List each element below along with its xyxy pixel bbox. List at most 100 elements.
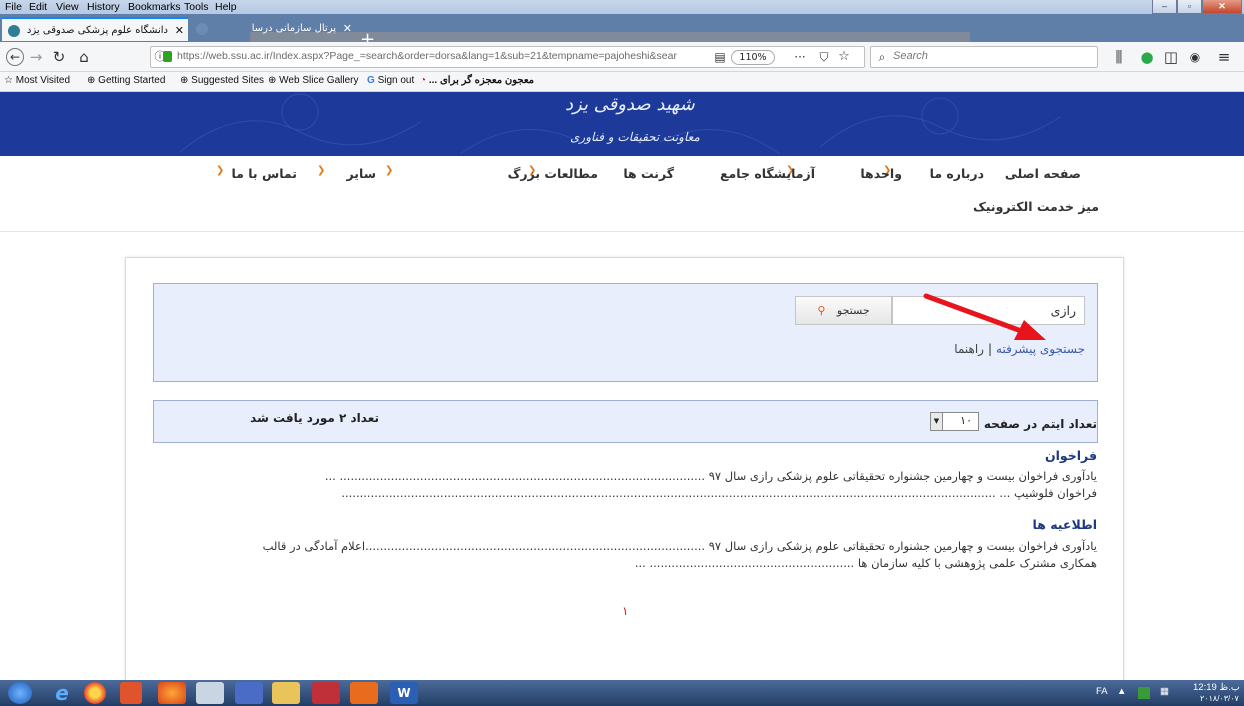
bookmark-label: معجون معجزه گر برای ... bbox=[428, 75, 534, 86]
nav-grants[interactable]: گرنت ها bbox=[623, 166, 674, 181]
nav-contact[interactable]: تماس با ما bbox=[231, 166, 297, 181]
bookmark-label: Web Slice Gallery bbox=[279, 75, 359, 86]
account-icon[interactable]: ◉ bbox=[1186, 48, 1204, 66]
home-icon[interactable]: ⌂ bbox=[75, 48, 93, 66]
bookmark-label: Getting Started bbox=[98, 75, 166, 86]
search-button[interactable]: جستجو ⚲ bbox=[795, 296, 892, 325]
nav-big-studies[interactable]: مطالعات بزرگ bbox=[508, 166, 598, 181]
extension-green-icon[interactable]: ● bbox=[1138, 48, 1156, 66]
result-item[interactable]: یادآوری فراخوان بیست و چهارمین جشنواره ت… bbox=[263, 539, 1097, 553]
chevron-down-icon: ❯ bbox=[216, 165, 225, 176]
url-text[interactable]: https://web.ssu.ac.ir/Index.aspx?Page_=s… bbox=[177, 50, 677, 62]
calculator-icon[interactable] bbox=[196, 682, 224, 704]
banner-title-line1: شهید صدوقی یزد bbox=[565, 94, 695, 115]
internet-explorer-icon[interactable]: e bbox=[48, 682, 76, 704]
search-button-label: جستجو bbox=[836, 304, 870, 317]
library-icon[interactable]: ⫼ bbox=[1110, 48, 1128, 66]
nav-about[interactable]: درباره ما bbox=[930, 166, 984, 181]
back-arrow-icon[interactable]: ← bbox=[6, 48, 24, 66]
app-orange-icon[interactable] bbox=[350, 682, 378, 704]
file-explorer-icon[interactable] bbox=[272, 682, 300, 704]
nav-units[interactable]: واحدها bbox=[860, 166, 902, 181]
hamburger-menu-icon[interactable]: ≡ bbox=[1215, 48, 1233, 66]
site-banner: شهید صدوقی یزد معاونت تحقیقات و فناوری bbox=[0, 92, 1244, 156]
chrome-icon[interactable] bbox=[84, 682, 106, 704]
menu-bookmarks[interactable]: Bookmarks bbox=[128, 0, 181, 14]
language-indicator[interactable]: FA bbox=[1096, 686, 1108, 697]
tab-close-icon[interactable]: ✕ bbox=[175, 19, 184, 43]
result-item[interactable]: یادآوری فراخوان بیست و چهارمین جشنواره ت… bbox=[325, 469, 1097, 483]
bookmarks-toolbar: ☆ Most Visited ⊕ Getting Started ⊕ Sugge… bbox=[0, 72, 1244, 92]
pdf-tool-icon[interactable] bbox=[312, 682, 340, 704]
time-text: 12:19 bbox=[1193, 682, 1217, 693]
tab-dorsa[interactable]: پرتال سازمانی درسا ✕ bbox=[190, 17, 356, 41]
sidebar-icon[interactable]: ◫ bbox=[1162, 48, 1180, 66]
media-player-icon[interactable] bbox=[120, 682, 142, 704]
start-button-icon[interactable] bbox=[8, 682, 32, 704]
close-window-button[interactable]: ✕ bbox=[1202, 0, 1242, 14]
bookmark-getting-started[interactable]: ⊕ Getting Started bbox=[87, 75, 165, 86]
red-arrow-annotation bbox=[923, 293, 1046, 340]
tab-close-icon[interactable]: ✕ bbox=[343, 17, 352, 41]
bookmark-sign-out[interactable]: G Sign out bbox=[367, 75, 414, 86]
tab-title: دانشگاه علوم پزشکی صدوقی یزد bbox=[26, 25, 168, 36]
maximize-button[interactable]: ▫ bbox=[1177, 0, 1202, 14]
menu-tools[interactable]: Tools bbox=[184, 0, 209, 14]
search-bar[interactable]: ⌕ Search bbox=[870, 46, 1098, 68]
visio-icon[interactable] bbox=[235, 682, 263, 704]
forward-arrow-icon[interactable]: → bbox=[27, 48, 45, 66]
pocket-icon[interactable]: ⛉ bbox=[815, 48, 833, 66]
search-icon: ⌕ bbox=[878, 50, 886, 64]
bookmark-label: Suggested Sites bbox=[191, 75, 264, 86]
tray-expand-icon[interactable]: ▲ bbox=[1117, 686, 1126, 697]
minimize-button[interactable]: – bbox=[1152, 0, 1177, 14]
tab-ssu[interactable]: دانشگاه علوم پزشکی صدوقی یزد ✕ bbox=[2, 17, 188, 41]
items-per-page-label: تعداد ایتم در صفحه bbox=[983, 417, 1097, 431]
main-navigation: صفحه اصلی درباره ما ❯ واحدها ❯ آزمایشگاه… bbox=[0, 156, 1244, 232]
result-item[interactable]: همکاری مشترک علمی پژوهشی با کلیه سازمان … bbox=[635, 556, 1097, 570]
bookmark-web-slice-gallery[interactable]: ⊕ Web Slice Gallery bbox=[268, 75, 358, 86]
reader-view-icon[interactable]: ▤ bbox=[711, 48, 729, 66]
nav-lab[interactable]: آزمایشگاه جامع bbox=[720, 166, 815, 181]
result-section-heading: فراخوان bbox=[1044, 448, 1097, 463]
browser-menubar: File Edit View History Bookmarks Tools H… bbox=[0, 0, 1244, 14]
site-favicon-icon bbox=[196, 23, 208, 35]
nav-home[interactable]: صفحه اصلی bbox=[1005, 166, 1081, 181]
nav-other[interactable]: سایر bbox=[347, 166, 376, 181]
tab-title: پرتال سازمانی درسا bbox=[251, 23, 336, 34]
zoom-level[interactable]: 110% bbox=[731, 50, 775, 65]
chevron-down-icon: ❯ bbox=[317, 165, 326, 176]
pagination-current-page[interactable]: ۱ bbox=[622, 604, 628, 618]
bookmark-most-visited[interactable]: ☆ Most Visited bbox=[4, 75, 70, 86]
result-item[interactable]: فراخوان فلوشیپ ... .....................… bbox=[341, 486, 1097, 500]
reload-icon[interactable]: ↻ bbox=[50, 48, 68, 66]
clock-time[interactable]: 12:19 ب.ظ bbox=[1193, 682, 1240, 693]
tab-bar: دانشگاه علوم پزشکی صدوقی یزد ✕ پرتال ساز… bbox=[0, 14, 1244, 50]
banner-title-line2: معاونت تحقیقات و فناوری bbox=[570, 130, 700, 144]
menu-view[interactable]: View bbox=[56, 0, 79, 14]
menu-edit[interactable]: Edit bbox=[29, 0, 47, 14]
clock-date: ۲۰۱۸/۰۳/۰۷ bbox=[1200, 694, 1239, 703]
address-bar[interactable]: ⓘ https://web.ssu.ac.ir/Index.aspx?Page_… bbox=[150, 46, 865, 68]
lock-icon bbox=[163, 51, 172, 62]
firefox-icon[interactable] bbox=[158, 682, 186, 704]
result-section-heading: اطلاعیه ها bbox=[1032, 517, 1097, 532]
items-per-page-value: ۱۰ bbox=[960, 414, 972, 427]
nav-e-service[interactable]: میز خدمت الکترونیک bbox=[973, 199, 1099, 214]
bookmark-star-icon[interactable]: ☆ bbox=[835, 48, 853, 66]
bookmark-label: Sign out bbox=[377, 75, 415, 86]
bookmark-suggested-sites[interactable]: ⊕ Suggested Sites bbox=[180, 75, 264, 86]
menu-history[interactable]: History bbox=[87, 0, 120, 14]
navigation-toolbar: ← → ↻ ⌂ ⓘ https://web.ssu.ac.ir/Index.as… bbox=[0, 42, 1244, 72]
network-icon[interactable]: ▦ bbox=[1160, 686, 1169, 697]
items-per-page-select[interactable]: ▼ ۱۰ bbox=[930, 412, 979, 431]
page-actions-icon[interactable]: ··· bbox=[791, 48, 809, 66]
action-center-icon[interactable] bbox=[1138, 687, 1150, 699]
word-icon[interactable]: W bbox=[390, 682, 418, 704]
menu-help[interactable]: Help bbox=[215, 0, 237, 14]
dropdown-arrow-icon[interactable]: ▼ bbox=[931, 413, 943, 430]
search-placeholder: Search bbox=[893, 50, 928, 62]
search-icon: ⚲ bbox=[817, 304, 826, 317]
bookmark-moajoon[interactable]: معجون معجزه گر برای ... ◔ bbox=[420, 75, 534, 86]
menu-file[interactable]: File bbox=[5, 0, 22, 14]
